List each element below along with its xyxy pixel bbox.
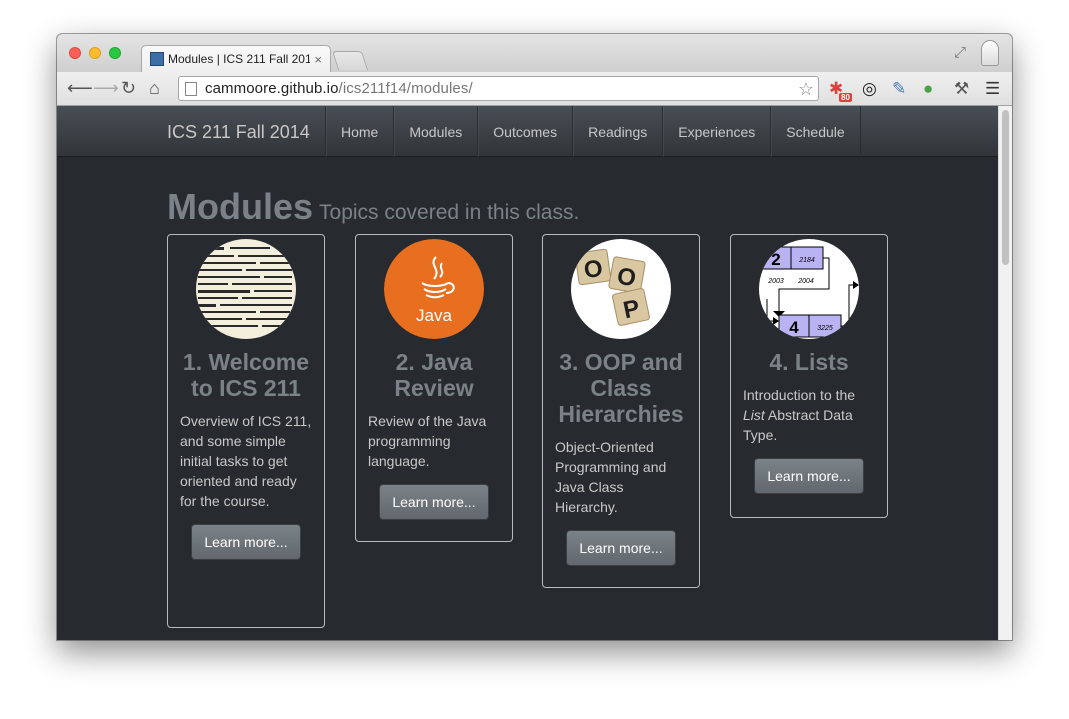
forward-arrow-icon[interactable]: ⟶ — [93, 78, 119, 98]
node-value: 2 — [771, 250, 780, 269]
module-description: Introduction to the List Abstract Data T… — [743, 385, 875, 445]
module-title: 3. OOP and Class Hierarchies — [558, 349, 684, 427]
tile-letter: O — [582, 255, 604, 284]
dictionary-image — [196, 239, 296, 339]
module-title: 1. Welcome to ICS 211 — [182, 349, 310, 401]
module-description: Overview of ICS 211, and some simple ini… — [180, 413, 312, 509]
site-navbar: ICS 211 Fall 2014 Home Modules Outcomes … — [57, 106, 998, 157]
url-text: cammoore.github.io/ics211f14/modules/ — [205, 80, 473, 97]
fullscreen-icon[interactable]: ⤢ — [954, 44, 966, 61]
sync-extension-icon[interactable]: ◎ — [862, 79, 877, 99]
nav-link-experiences[interactable]: Experiences — [663, 106, 772, 157]
node-self-address: 2003 — [767, 278, 784, 285]
browser-tab[interactable]: Modules | ICS 211 Fall 2014 × — [141, 45, 331, 72]
zoom-window-button[interactable] — [109, 47, 121, 59]
nav-link-modules[interactable]: Modules — [394, 106, 479, 157]
java-logo-image: Java — [384, 239, 484, 339]
close-window-button[interactable] — [69, 47, 81, 59]
description-emphasis: List — [743, 407, 765, 423]
module-card-java-review: Java 2. Java Review Review of the Java p… — [355, 234, 513, 542]
browser-toolbar: ⟵ ⟶ ↻ ⌂ cammoore.github.io/ics211f14/mod… — [57, 72, 1012, 106]
learn-more-button[interactable]: Learn more... — [191, 524, 301, 560]
back-arrow-icon[interactable]: ⟵ — [67, 78, 93, 98]
browser-window: Modules | ICS 211 Fall 2014 × ⤢ ⟵ ⟶ ↻ ⌂ … — [57, 34, 1012, 640]
site-nav-list: Home Modules Outcomes Readings Experienc… — [325, 106, 861, 157]
learn-more-button[interactable]: Learn more... — [754, 458, 864, 494]
module-card-lists: 2 2184 2003 2004 4 3225 4. Lists Introdu… — [730, 234, 888, 518]
module-description: Object-Oriented Programming and Java Cla… — [555, 439, 667, 515]
nav-link-home[interactable]: Home — [326, 106, 395, 157]
menu-icon[interactable]: ☰ — [985, 79, 1000, 99]
tab-strip: Modules | ICS 211 Fall 2014 × ⤢ — [57, 34, 1012, 72]
module-title: 2. Java Review — [394, 349, 474, 401]
nav-link-schedule[interactable]: Schedule — [771, 106, 861, 157]
scrollbar-thumb[interactable] — [1002, 110, 1009, 265]
minimize-window-button[interactable] — [89, 47, 101, 59]
module-card-oop: O O P 3. OOP and Class Hierarchies Objec… — [542, 234, 700, 588]
node-value: 4 — [789, 318, 799, 337]
linked-list-diagram: 2 2184 2003 2004 4 3225 — [759, 239, 859, 339]
address-bar[interactable]: cammoore.github.io/ics211f14/modules/ ☆ — [178, 76, 819, 101]
favicon-icon — [150, 52, 164, 66]
tab-close-icon[interactable]: × — [314, 52, 322, 67]
module-title: 4. Lists — [769, 349, 849, 375]
description-text: Introduction to the — [743, 387, 856, 403]
reload-icon[interactable]: ↻ — [121, 78, 136, 98]
site-brand-link[interactable]: ICS 211 Fall 2014 — [167, 122, 310, 143]
eyedropper-extension-icon[interactable]: ✎ — [892, 79, 906, 99]
node-address: 3225 — [817, 325, 833, 332]
nav-link-outcomes[interactable]: Outcomes — [478, 106, 574, 157]
linked-list-thumbnail: 2 2184 2003 2004 4 3225 — [759, 239, 859, 339]
node-self-address: 2004 — [797, 278, 814, 285]
tab-title: Modules | ICS 211 Fall 2014 — [168, 52, 311, 66]
module-description: Review of the Java programming language. — [368, 413, 487, 469]
extension-badge: 80 — [839, 93, 852, 102]
module-card-welcome: 1. Welcome to ICS 211 Overview of ICS 21… — [167, 234, 325, 628]
hangouts-extension-icon[interactable]: ● — [923, 79, 933, 99]
learn-more-button[interactable]: Learn more... — [566, 530, 676, 566]
tools-extension-icon[interactable]: ⚒ — [954, 79, 969, 99]
home-icon[interactable]: ⌂ — [149, 78, 160, 98]
url-path: /ics211f14/modules/ — [338, 80, 473, 97]
scrabble-tiles-image: O O P — [571, 239, 671, 339]
bookmark-star-icon[interactable]: ☆ — [798, 79, 814, 100]
dictionary-thumbnail — [196, 239, 296, 339]
profile-icon[interactable] — [981, 40, 999, 66]
page-viewport: ICS 211 Fall 2014 Home Modules Outcomes … — [57, 106, 998, 640]
new-tab-button[interactable] — [331, 51, 369, 70]
scrabble-tiles-thumbnail: O O P — [571, 239, 671, 339]
page-heading: Modules Topics covered in this class. — [167, 186, 579, 228]
url-host: cammoore.github.io — [205, 80, 339, 97]
page-icon — [185, 81, 197, 96]
page-scrollbar[interactable] — [998, 106, 1012, 640]
page-title: Modules — [167, 186, 314, 227]
node-address: 2184 — [798, 257, 815, 264]
java-logo-thumbnail: Java — [384, 239, 484, 339]
learn-more-button[interactable]: Learn more... — [379, 484, 489, 520]
nav-link-readings[interactable]: Readings — [573, 106, 664, 157]
java-logo-text: Java — [416, 306, 452, 325]
page-subtitle: Topics covered in this class. — [319, 201, 580, 224]
